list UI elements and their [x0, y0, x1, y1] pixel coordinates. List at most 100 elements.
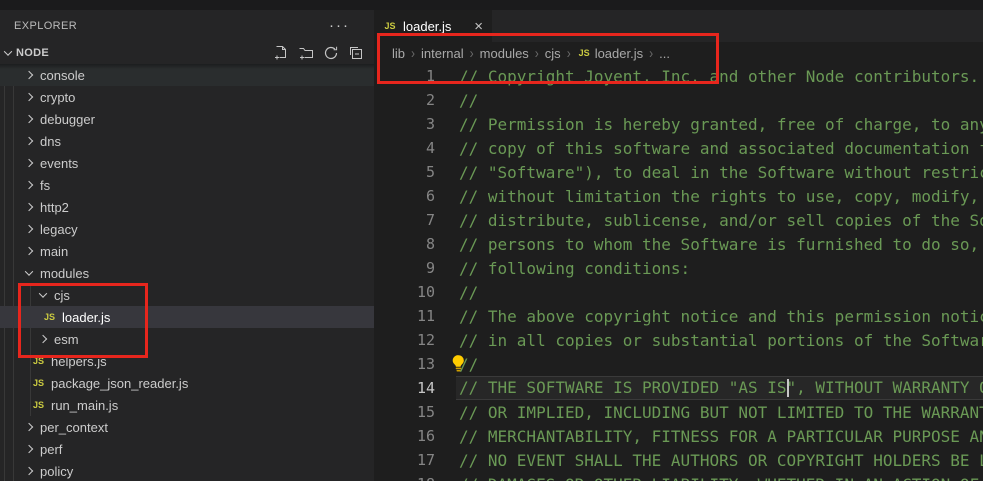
tree-item-policy[interactable]: policy [0, 460, 374, 481]
line-text: // OR IMPLIED, INCLUDING BUT NOT LIMITED… [459, 403, 983, 422]
tree-item-dns[interactable]: dns [0, 130, 374, 152]
code-line[interactable]: 9 // following conditions: [374, 256, 983, 280]
breadcrumb-item-loader-js[interactable]: JSloader.js [577, 46, 643, 61]
code-line[interactable]: 3 // Permission is hereby granted, free … [374, 112, 983, 136]
js-file-icon: JS [31, 378, 46, 388]
breadcrumb-item-label: loader.js [595, 46, 643, 61]
node-section-header[interactable]: NODE [0, 42, 374, 64]
twisty-chevron-icon [22, 442, 36, 456]
tree-item-legacy[interactable]: legacy [0, 218, 374, 240]
twisty-chevron-icon [22, 68, 36, 82]
close-icon[interactable]: × [474, 19, 483, 34]
tree-item-label: http2 [40, 200, 69, 215]
lightbulb-code-action-icon[interactable] [450, 354, 467, 377]
tree-item-per-context[interactable]: per_context [0, 416, 374, 438]
refresh-icon[interactable] [323, 45, 339, 61]
code-line[interactable]: 4 // copy of this software and associate… [374, 136, 983, 160]
line-text: // Permission is hereby granted, free of… [459, 115, 983, 134]
tree-item-package-json-reader-js[interactable]: JS package_json_reader.js [0, 372, 374, 394]
line-text: // without limitation the rights to use,… [459, 187, 983, 206]
tree-item-events[interactable]: events [0, 152, 374, 174]
new-file-icon[interactable] [273, 45, 289, 61]
js-file-icon: JS [42, 312, 57, 322]
js-file-icon: JS [383, 21, 397, 31]
line-text: // Copyright Joyent, Inc. and other Node… [459, 67, 979, 86]
breadcrumb-item-cjs[interactable]: cjs [545, 46, 561, 61]
code-line[interactable]: 8 // persons to whom the Software is fur… [374, 232, 983, 256]
js-file-icon: JS [31, 400, 46, 410]
tree-item-console[interactable]: console [0, 64, 374, 86]
tree-item-cjs[interactable]: cjs [0, 284, 374, 306]
tree-item-modules[interactable]: modules [0, 262, 374, 284]
tree-item-crypto[interactable]: crypto [0, 86, 374, 108]
line-text: // following conditions: [459, 259, 690, 278]
line-text: // distribute, sublicense, and/or sell c… [459, 211, 983, 230]
code-line[interactable]: 5 // "Software"), to deal in the Softwar… [374, 160, 983, 184]
tree-item-label: fs [40, 178, 50, 193]
tree-item-label: dns [40, 134, 61, 149]
tree-item-helpers-js[interactable]: JS helpers.js [0, 350, 374, 372]
code-line[interactable]: 1 // Copyright Joyent, Inc. and other No… [374, 64, 983, 88]
twisty-chevron-icon [22, 156, 36, 170]
line-number: 6 [374, 187, 435, 205]
tree-item-label: policy [40, 464, 73, 479]
tree-item-main[interactable]: main [0, 240, 374, 262]
tree-item-debugger[interactable]: debugger [0, 108, 374, 130]
line-number: 15 [374, 403, 435, 421]
code-editor[interactable]: 1 // Copyright Joyent, Inc. and other No… [374, 64, 983, 481]
breadcrumb-item--[interactable]: ... [659, 46, 670, 61]
tab-bar: JS loader.js × [374, 10, 983, 42]
breadcrumb-item-lib[interactable]: lib [392, 46, 405, 61]
breadcrumb-item-modules[interactable]: modules [480, 46, 529, 61]
code-line[interactable]: 12 // in all copies or substantial porti… [374, 328, 983, 352]
tree-item-run-main-js[interactable]: JS run_main.js [0, 394, 374, 416]
workbench: EXPLORER ··· NODE [0, 10, 983, 481]
line-text: // NO EVENT SHALL THE AUTHORS OR COPYRIG… [459, 451, 983, 470]
line-text: // [459, 283, 478, 302]
code-line[interactable]: 14 // THE SOFTWARE IS PROVIDED "AS IS", … [374, 376, 983, 400]
code-line[interactable]: 15 // OR IMPLIED, INCLUDING BUT NOT LIMI… [374, 400, 983, 424]
tab-loader-js[interactable]: JS loader.js × [374, 10, 492, 42]
twisty-chevron-icon [22, 134, 36, 148]
tree-item-label: loader.js [62, 310, 110, 325]
tree-item-label: modules [40, 266, 89, 281]
explorer-title: EXPLORER [14, 20, 77, 32]
text-cursor [787, 379, 789, 397]
window-titlebar [0, 0, 983, 10]
breadcrumb-item-label: cjs [545, 46, 561, 61]
code-line[interactable]: 16 // MERCHANTABILITY, FITNESS FOR A PAR… [374, 424, 983, 448]
new-folder-icon[interactable] [298, 45, 314, 61]
explorer-header: EXPLORER ··· [0, 10, 374, 42]
line-number: 12 [374, 331, 435, 349]
tree-item-perf[interactable]: perf [0, 438, 374, 460]
section-actions [273, 45, 364, 61]
line-text: // DAMAGES OR OTHER LIABILITY, WHETHER I… [459, 475, 983, 481]
code-line[interactable]: 17 // NO EVENT SHALL THE AUTHORS OR COPY… [374, 448, 983, 472]
twisty-chevron-icon [22, 90, 36, 104]
collapse-folders-icon[interactable] [348, 45, 364, 61]
tree-item-esm[interactable]: esm [0, 328, 374, 350]
breadcrumb-item-label: modules [480, 46, 529, 61]
code-line[interactable]: 10 // [374, 280, 983, 304]
line-number: 17 [374, 451, 435, 469]
code-line[interactable]: 2 // [374, 88, 983, 112]
tree-item-label: cjs [54, 288, 70, 303]
tree-item-http2[interactable]: http2 [0, 196, 374, 218]
line-text: // copy of this software and associated … [459, 139, 983, 158]
tree-item-label: per_context [40, 420, 108, 435]
tree-item-loader-js[interactable]: JS loader.js [0, 306, 374, 328]
code-line[interactable]: 11 // The above copyright notice and thi… [374, 304, 983, 328]
breadcrumb-item-internal[interactable]: internal [421, 46, 464, 61]
tree-item-fs[interactable]: fs [0, 174, 374, 196]
line-text: // [459, 91, 478, 110]
code-line[interactable]: 18 // DAMAGES OR OTHER LIABILITY, WHETHE… [374, 472, 983, 481]
code-line[interactable]: 6 // without limitation the rights to us… [374, 184, 983, 208]
breadcrumb-separator-icon: › [567, 45, 571, 62]
code-line[interactable]: 7 // distribute, sublicense, and/or sell… [374, 208, 983, 232]
twisty-chevron-icon [36, 288, 50, 302]
js-file-icon: JS [31, 356, 46, 366]
line-number: 1 [374, 67, 435, 85]
more-actions-button[interactable]: ··· [329, 21, 350, 31]
code-line[interactable]: 13 // [374, 352, 983, 376]
explorer-sidebar: EXPLORER ··· NODE [0, 10, 374, 481]
